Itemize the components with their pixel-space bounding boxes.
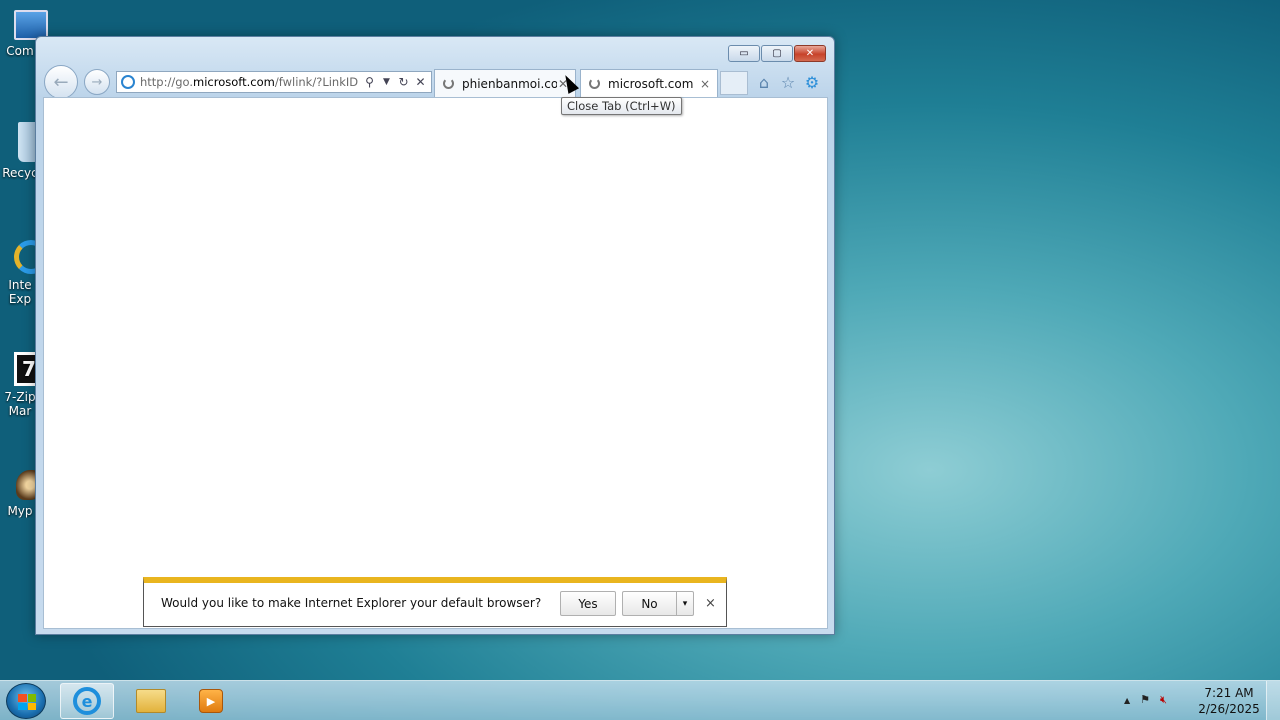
close-window-button[interactable]: ✕ xyxy=(794,45,826,62)
system-tray: ▲ ⚑ 🔇︎ xyxy=(1124,693,1167,707)
desktop-icon-label: 7-Zip xyxy=(4,390,36,404)
navigation-bar: ← → http://go.microsoft.com/fwlink/?Link… xyxy=(44,65,826,99)
desktop-icon-label: Mar xyxy=(8,404,32,418)
notification-message: Would you like to make Internet Explorer… xyxy=(161,596,542,610)
taskbar-media-player[interactable]: ▶ xyxy=(184,683,238,719)
internet-explorer-icon: e xyxy=(73,687,101,715)
tab-close-icon[interactable]: × xyxy=(699,77,711,91)
back-arrow-icon: ← xyxy=(53,71,69,93)
search-icon[interactable]: ⚲ xyxy=(363,75,376,89)
loading-spinner-icon xyxy=(589,78,600,89)
desktop-icon-computer[interactable]: Com xyxy=(0,10,48,58)
tab-label: phienbanmoi.co... xyxy=(462,76,557,91)
url-prefix: http://go. xyxy=(140,75,194,89)
clock-time: 7:21 AM xyxy=(1204,686,1254,700)
no-button[interactable]: No xyxy=(622,591,676,616)
page-content[interactable] xyxy=(43,97,828,629)
tab-microsoft[interactable]: microsoft.com × xyxy=(580,69,718,97)
address-bar[interactable]: http://go.microsoft.com/fwlink/?LinkID= … xyxy=(116,71,432,93)
desktop-icon-label: Recyc xyxy=(2,166,38,180)
favorites-star-icon[interactable]: ☆ xyxy=(778,72,798,92)
browser-window: ▭ ▢ ✕ ← → http://go.microsoft.com/fwlink… xyxy=(35,36,835,635)
desktop-icon-7zip[interactable]: 7 7-Zip Mar xyxy=(0,352,44,418)
taskbar-internet-explorer[interactable]: e xyxy=(60,683,114,719)
start-button[interactable] xyxy=(6,683,46,719)
desktop-icon-label: Com xyxy=(6,44,34,58)
close-tab-tooltip: Close Tab (Ctrl+W) xyxy=(561,97,682,115)
url-suffix: /fwlink/?LinkID= xyxy=(274,75,359,89)
address-url[interactable]: http://go.microsoft.com/fwlink/?LinkID= xyxy=(140,75,359,89)
desktop-icon-internet-explorer[interactable]: Inte Exp xyxy=(0,240,48,306)
windows-logo-icon xyxy=(18,694,36,710)
minimize-button[interactable]: ▭ xyxy=(728,45,760,62)
no-options-dropdown-button[interactable]: ▾ xyxy=(676,591,694,616)
media-player-icon: ▶ xyxy=(199,689,223,713)
desktop-icon-label: Exp xyxy=(8,292,32,306)
new-tab-button[interactable] xyxy=(720,71,748,95)
window-controls: ▭ ▢ ✕ xyxy=(728,45,826,62)
folder-icon xyxy=(136,689,166,713)
show-desktop-button[interactable] xyxy=(1266,681,1280,720)
loading-spinner-icon xyxy=(443,78,454,89)
clock-date: 2/26/2025 xyxy=(1198,702,1260,716)
site-favicon-icon xyxy=(121,75,135,89)
taskbar-file-explorer[interactable] xyxy=(124,683,178,719)
desktop-icon-mypaint[interactable]: Myp xyxy=(0,470,44,518)
default-browser-notification: Would you like to make Internet Explorer… xyxy=(143,577,727,627)
desktop-icon-label: Inte xyxy=(8,278,32,292)
tray-expand-icon[interactable]: ▲ xyxy=(1124,693,1130,707)
settings-gear-icon[interactable]: ⚙ xyxy=(802,72,822,92)
desktop-icon-recycle-bin[interactable]: Recyc xyxy=(0,122,40,180)
back-button[interactable]: ← xyxy=(44,65,78,99)
taskbar: e ▶ ▲ ⚑ 🔇︎ 7:21 AM 2/26/2025 xyxy=(0,680,1280,720)
volume-muted-icon[interactable]: 🔇︎ xyxy=(1160,693,1167,707)
tab-label: microsoft.com xyxy=(608,76,694,91)
desktop-icon-label: Myp xyxy=(7,504,33,518)
action-center-flag-icon[interactable]: ⚑ xyxy=(1140,693,1150,707)
notification-close-icon[interactable]: × xyxy=(705,596,716,611)
home-icon[interactable]: ⌂ xyxy=(754,72,774,92)
stop-icon[interactable]: ✕ xyxy=(414,75,427,89)
maximize-button[interactable]: ▢ xyxy=(761,45,793,62)
tab-phienbanmoi[interactable]: phienbanmoi.co... ✕ xyxy=(434,69,576,97)
taskbar-clock[interactable]: 7:21 AM 2/26/2025 xyxy=(1196,685,1262,717)
url-domain: microsoft.com xyxy=(193,75,275,89)
dropdown-icon[interactable]: ▼ xyxy=(380,77,393,87)
forward-arrow-icon: → xyxy=(91,74,103,90)
yes-button[interactable]: Yes xyxy=(560,591,616,616)
refresh-icon[interactable]: ↻ xyxy=(397,75,410,89)
forward-button[interactable]: → xyxy=(84,69,110,95)
